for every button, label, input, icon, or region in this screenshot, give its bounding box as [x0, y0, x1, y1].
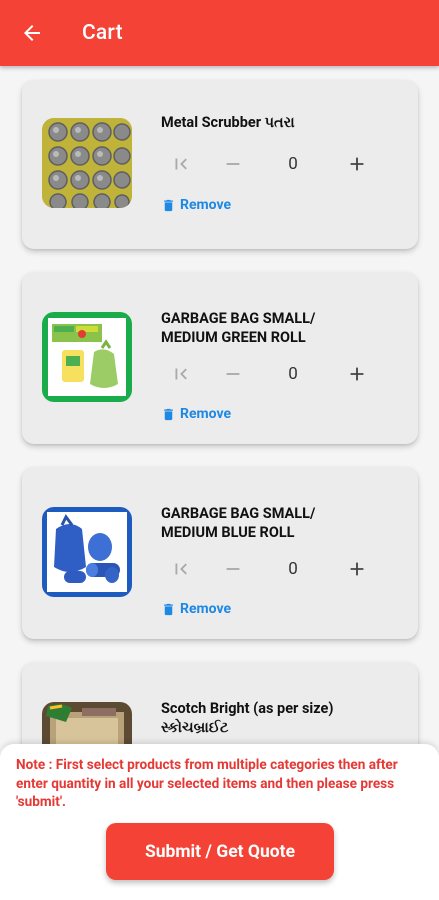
first-page-icon[interactable]: [161, 149, 201, 179]
product-image-green-garbage-bag: [42, 312, 132, 402]
minus-icon: [226, 163, 240, 165]
increase-quantity-button[interactable]: [337, 554, 377, 584]
bottom-note-panel: Note : First select products from multip…: [0, 744, 439, 900]
plus-icon: [350, 562, 364, 576]
quantity-value: 0: [288, 154, 298, 174]
back-button[interactable]: [0, 0, 64, 66]
quantity-stepper: 0: [161, 149, 401, 179]
product-image-blue-garbage-bag: [42, 507, 132, 597]
minus-icon: [226, 568, 240, 570]
remove-button[interactable]: Remove: [161, 194, 231, 216]
quantity-value: 0: [288, 559, 298, 579]
remove-button[interactable]: Remove: [161, 403, 231, 425]
product-name: Scotch Bright (as per size) સ્કોચબ્રાઈટ: [161, 700, 334, 736]
instruction-note: Note : First select products from multip…: [16, 757, 398, 810]
product-name: GARBAGE BAG SMALL/ MEDIUM BLUE ROLL: [161, 505, 316, 541]
quantity-stepper: 0: [161, 554, 401, 584]
arrow-back-icon: [24, 25, 40, 41]
product-name: Metal Scrubber પતરા: [161, 114, 295, 131]
cart-item-card: Metal Scrubber પતરા 0 Remove: [22, 80, 418, 249]
decrease-quantity-button[interactable]: [213, 149, 253, 179]
trash-icon: [164, 408, 173, 420]
trash-icon: [164, 199, 173, 211]
remove-label: Remove: [180, 197, 232, 213]
cart-item-card: GARBAGE BAG SMALL/ MEDIUM GREEN ROLL 0 R…: [22, 272, 418, 444]
decrease-quantity-button[interactable]: [213, 554, 253, 584]
app-bar: Cart: [0, 0, 439, 66]
cart-item-card: GARBAGE BAG SMALL/ MEDIUM BLUE ROLL 0 Re…: [22, 467, 418, 639]
product-name: GARBAGE BAG SMALL/ MEDIUM GREEN ROLL: [161, 310, 316, 346]
increase-quantity-button[interactable]: [337, 359, 377, 389]
first-page-icon[interactable]: [161, 554, 201, 584]
plus-icon: [350, 157, 364, 171]
cart-screen: Cart Metal Scrubber પતરા 0 Remove GARBAG…: [0, 0, 439, 900]
submit-get-quote-button[interactable]: Submit / Get Quote: [106, 823, 334, 880]
increase-quantity-button[interactable]: [337, 149, 377, 179]
quantity-stepper: 0: [161, 359, 401, 389]
remove-label: Remove: [180, 406, 232, 422]
page-title: Cart: [82, 21, 123, 45]
remove-button[interactable]: Remove: [161, 598, 231, 620]
plus-icon: [350, 367, 364, 381]
trash-icon: [164, 603, 173, 615]
remove-label: Remove: [180, 601, 232, 617]
product-image-metal-scrubber: [42, 118, 132, 208]
first-page-icon[interactable]: [161, 359, 201, 389]
minus-icon: [226, 373, 240, 375]
quantity-value: 0: [288, 364, 298, 384]
decrease-quantity-button[interactable]: [213, 359, 253, 389]
